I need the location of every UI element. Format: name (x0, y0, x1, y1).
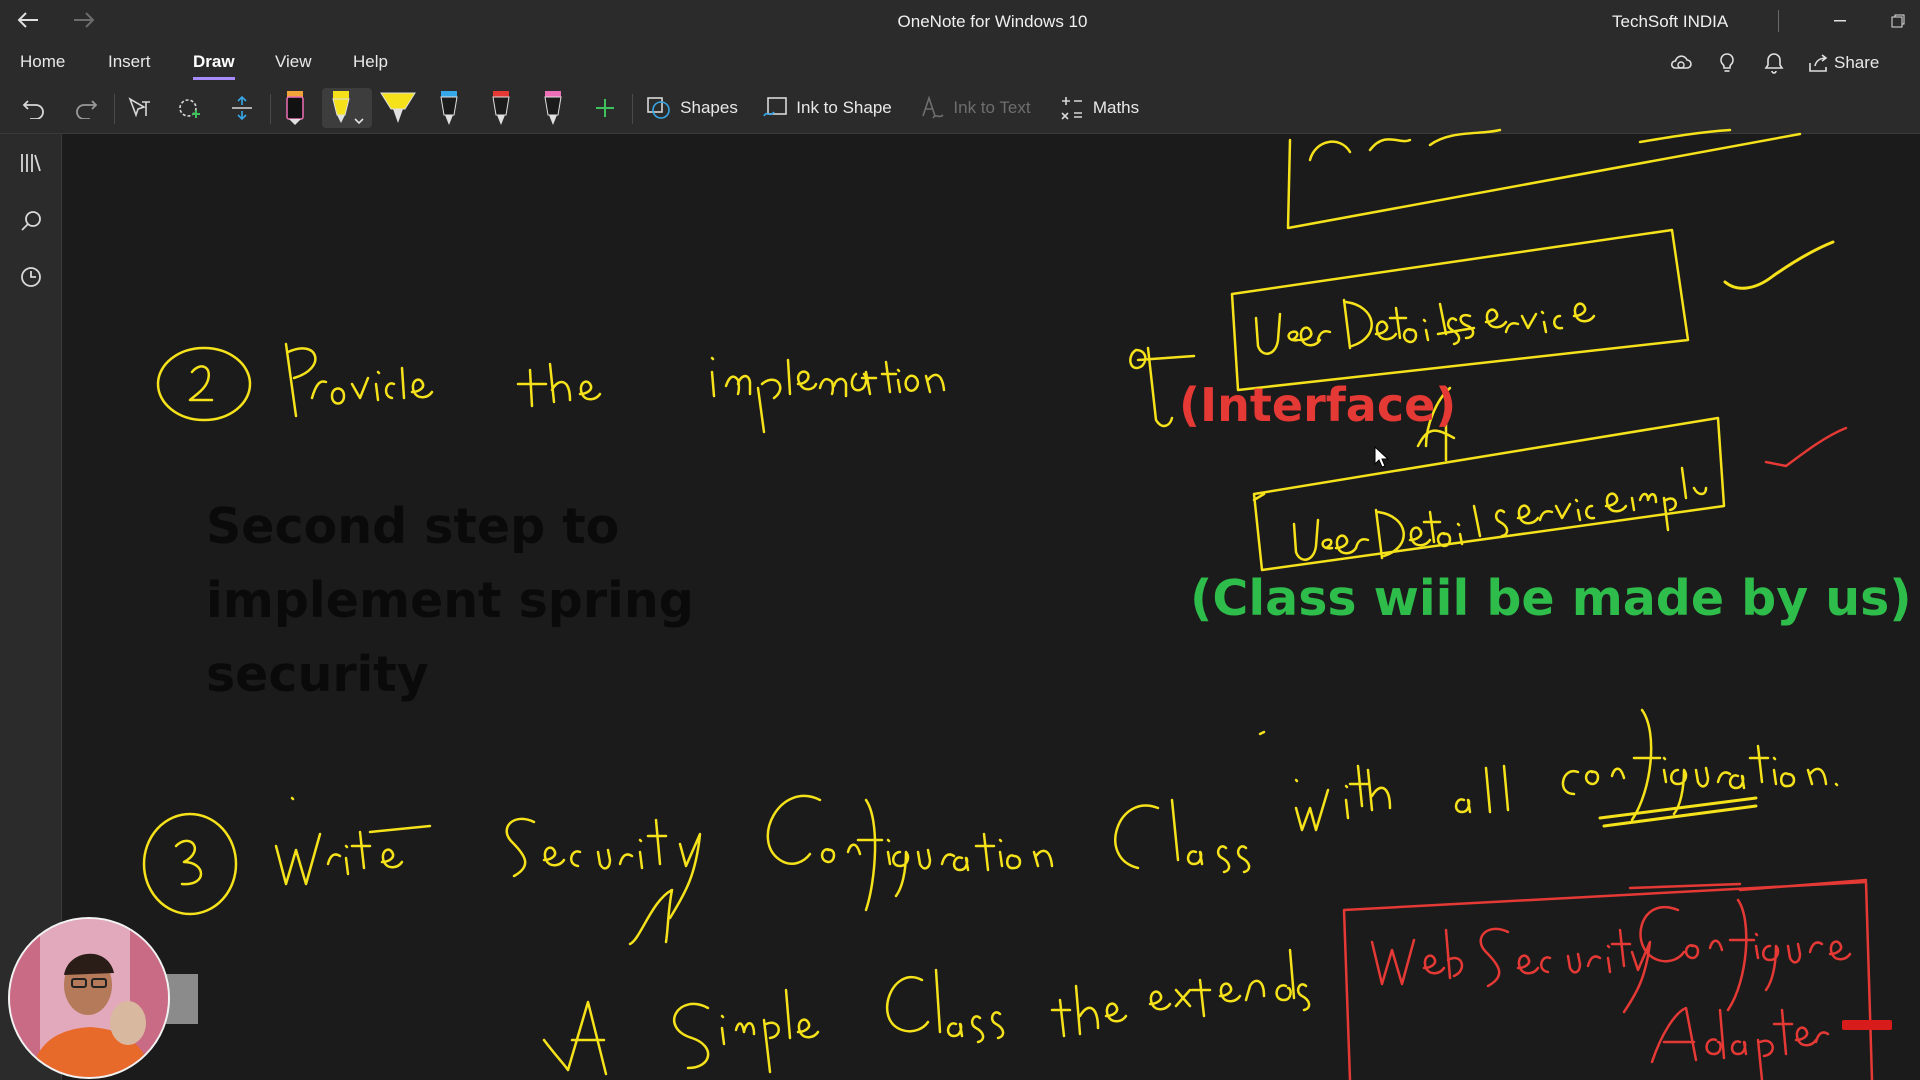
ink-box-userdetailserviceimpl (1252, 416, 1726, 572)
ink-step-2 (156, 342, 1196, 434)
mouse-cursor-icon (1374, 446, 1390, 468)
ink-step-3 (142, 708, 1839, 920)
step-note[interactable]: Second step to implement spring security (206, 490, 694, 712)
step-note-line: Second step to (206, 498, 620, 555)
step-note-line: security (206, 646, 429, 703)
ink-simple-class (542, 948, 1311, 1076)
ink-box-userdetailsservice (1230, 228, 1690, 392)
presenter-video-icon (10, 919, 168, 1077)
subscribe-badge (1842, 1020, 1892, 1030)
step-note-line: implement spring (206, 572, 694, 629)
interface-label[interactable]: (Interface) (1179, 378, 1456, 432)
ink-adapter-box (1342, 878, 1874, 1080)
ink-check-red (1764, 426, 1848, 468)
webcam-frame-tab (166, 974, 198, 1024)
ink-hook (628, 888, 674, 946)
ink-check-yellow (1723, 240, 1835, 290)
class-note[interactable]: (Class wiil be made by us) (1190, 570, 1912, 627)
webcam-video (8, 917, 170, 1079)
ink-top-box (1286, 128, 1802, 230)
